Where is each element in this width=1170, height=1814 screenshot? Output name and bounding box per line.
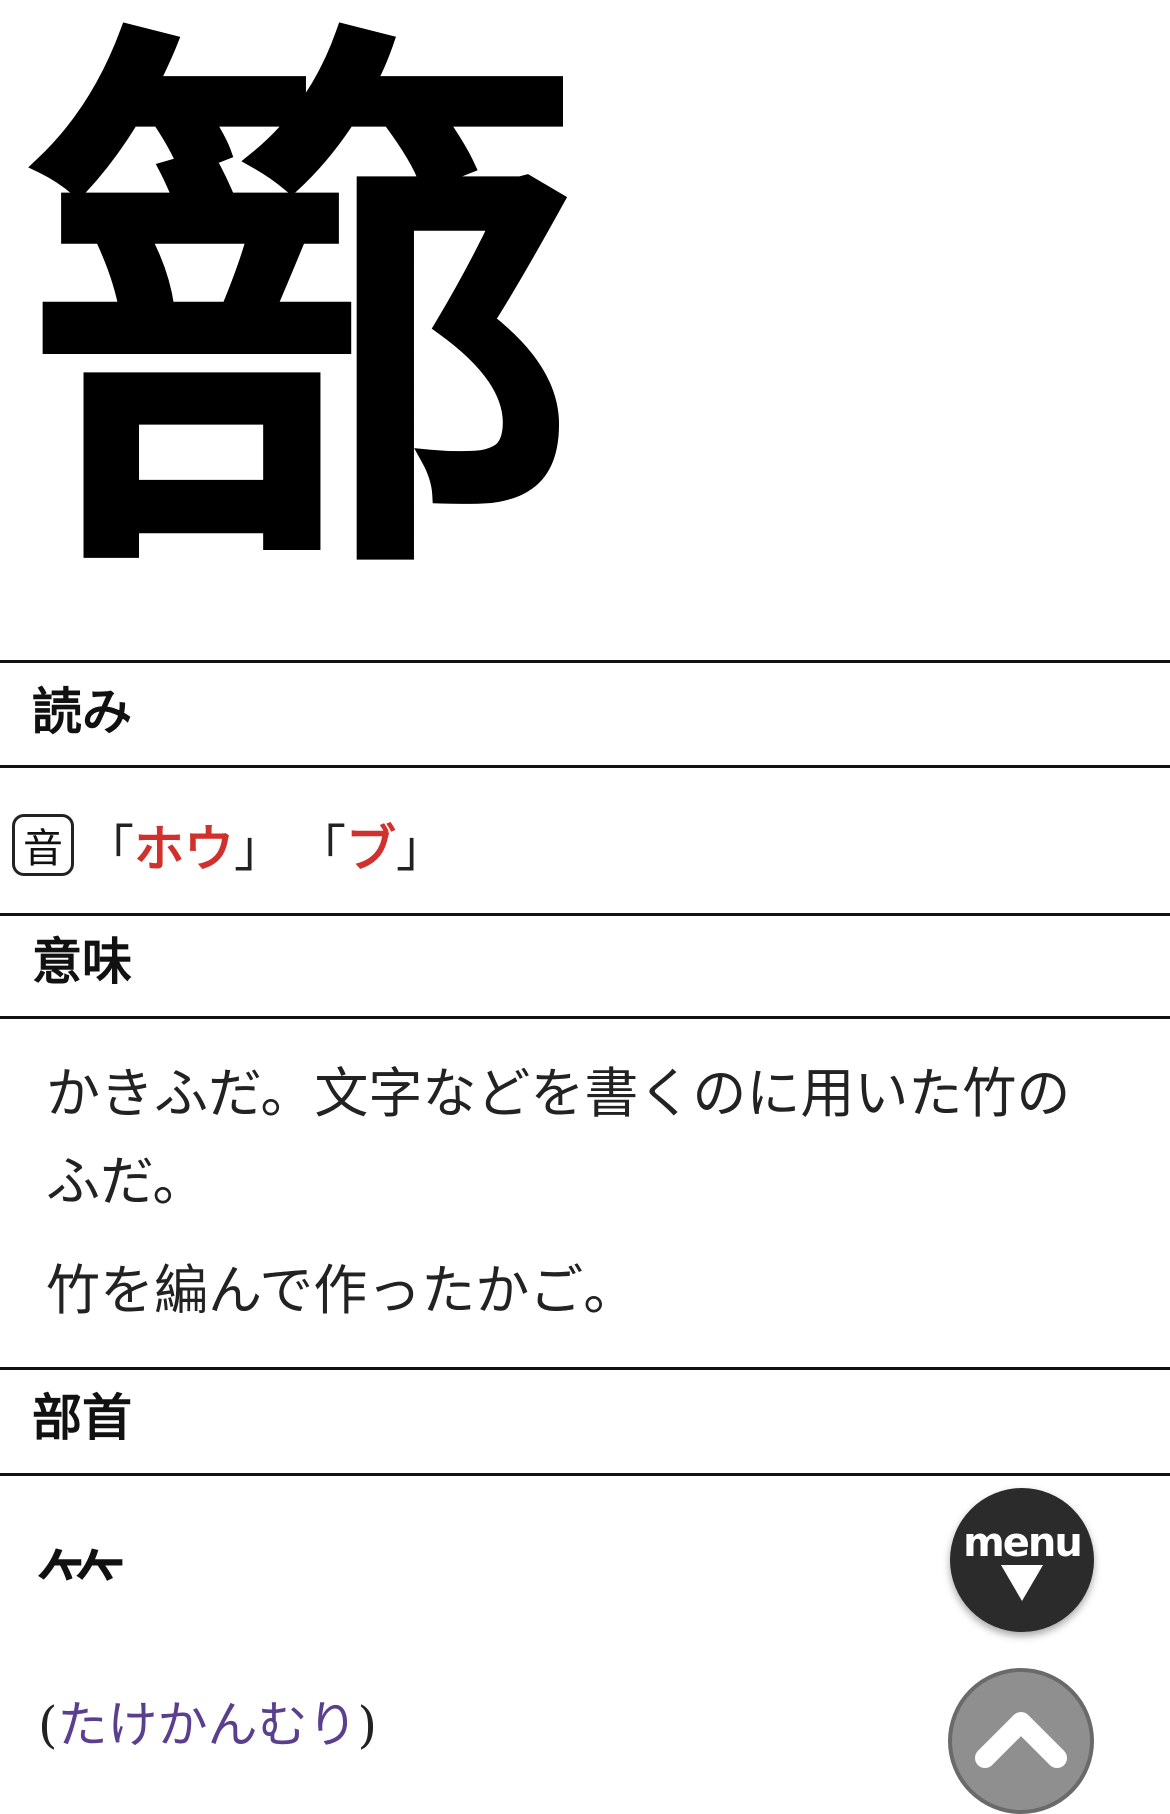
- section-title-imi: 意味: [32, 933, 132, 991]
- radical-name-link[interactable]: たけかんむり: [58, 1696, 358, 1754]
- reading-kana[interactable]: ブ: [346, 819, 396, 878]
- kanji-display: 篰: [0, 0, 1170, 660]
- meaning-line: かきふだ。文字などを書くのに用いた竹のふだ。: [46, 1062, 1071, 1213]
- reading-item: 「ブ」: [296, 819, 446, 878]
- radical-glyph: ⺮: [36, 1542, 126, 1647]
- readings-list: 音 「ホウ」 「ブ」: [12, 810, 458, 880]
- section-title-bushu: 部首: [32, 1389, 132, 1447]
- reading-item: 「ホウ」: [84, 819, 284, 878]
- divider: [0, 913, 1170, 916]
- menu-button[interactable]: menu: [950, 1488, 1094, 1632]
- divider: [0, 765, 1170, 768]
- divider: [0, 1367, 1170, 1370]
- meaning-line: 竹を編んで作ったかご。: [46, 1259, 638, 1322]
- on-reading-badge: 音: [12, 814, 74, 876]
- scroll-top-button[interactable]: [948, 1668, 1094, 1814]
- divider: [0, 1473, 1170, 1476]
- menu-label: menu: [963, 1520, 1083, 1566]
- divider: [0, 660, 1170, 663]
- divider: [0, 1016, 1170, 1019]
- kanji-character: 篰: [25, 0, 585, 639]
- chevron-up-icon: [975, 1712, 1067, 1768]
- triangle-down-icon: [1001, 1565, 1043, 1601]
- radical-name: (たけかんむり): [38, 1696, 378, 1754]
- section-title-yomi: 読み: [32, 683, 132, 741]
- reading-kana[interactable]: ホウ: [134, 819, 234, 878]
